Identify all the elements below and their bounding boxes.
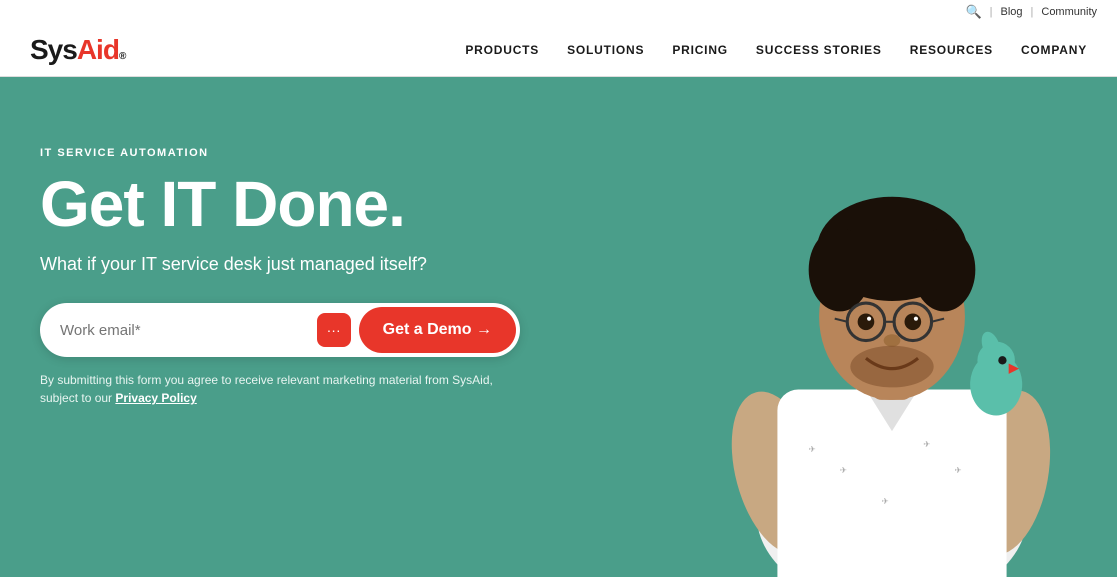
nav-resources[interactable]: RESOURCES — [910, 43, 993, 57]
blog-link[interactable]: Blog — [1000, 6, 1022, 18]
search-icon[interactable]: 🔍 — [965, 4, 981, 20]
hero-subtitle: IT SERVICE AUTOMATION — [40, 147, 520, 159]
nav-products[interactable]: PRODUCTS — [465, 43, 539, 57]
hero-description: What if your IT service desk just manage… — [40, 254, 520, 275]
chat-dots: ··· — [327, 322, 341, 338]
nav-company[interactable]: COMPANY — [1021, 43, 1087, 57]
hero-disclaimer: By submitting this form you agree to rec… — [40, 371, 520, 407]
logo-aid: Aid — [77, 34, 119, 66]
hero-title: Get IT Done. — [40, 171, 520, 238]
svg-text:✈: ✈ — [809, 444, 816, 454]
email-input[interactable] — [60, 322, 309, 339]
nav-success-stories[interactable]: SUCCESS STORIES — [756, 43, 882, 57]
person-svg: ✈ ✈ ✈ ✈ ✈ — [667, 77, 1117, 577]
divider2: | — [1031, 6, 1034, 18]
community-link[interactable]: Community — [1041, 6, 1097, 18]
logo-sys: Sys — [30, 34, 77, 66]
privacy-policy-link[interactable]: Privacy Policy — [115, 391, 196, 405]
svg-text:✈: ✈ — [840, 465, 847, 475]
logo-reg: ® — [119, 51, 125, 62]
svg-text:✈: ✈ — [923, 439, 930, 449]
logo[interactable]: SysAid® — [30, 34, 125, 66]
svg-text:✈: ✈ — [955, 465, 962, 475]
top-bar: 🔍 | Blog | Community — [0, 0, 1117, 24]
svg-text:✈: ✈ — [882, 496, 889, 506]
email-form: ··· Get a Demo → — [40, 303, 520, 357]
navbar: SysAid® PRODUCTS SOLUTIONS PRICING SUCCE… — [0, 24, 1117, 77]
hero-section: IT SERVICE AUTOMATION Get IT Done. What … — [0, 77, 1117, 577]
hero-content: IT SERVICE AUTOMATION Get IT Done. What … — [40, 127, 520, 407]
nav-pricing[interactable]: PRICING — [672, 43, 728, 57]
get-demo-button[interactable]: Get a Demo → — [359, 307, 516, 353]
nav-solutions[interactable]: SOLUTIONS — [567, 43, 644, 57]
chat-icon: ··· — [317, 313, 351, 347]
hero-person-image: ✈ ✈ ✈ ✈ ✈ — [667, 77, 1117, 577]
divider: | — [990, 6, 993, 18]
nav-links: PRODUCTS SOLUTIONS PRICING SUCCESS STORI… — [465, 41, 1087, 59]
